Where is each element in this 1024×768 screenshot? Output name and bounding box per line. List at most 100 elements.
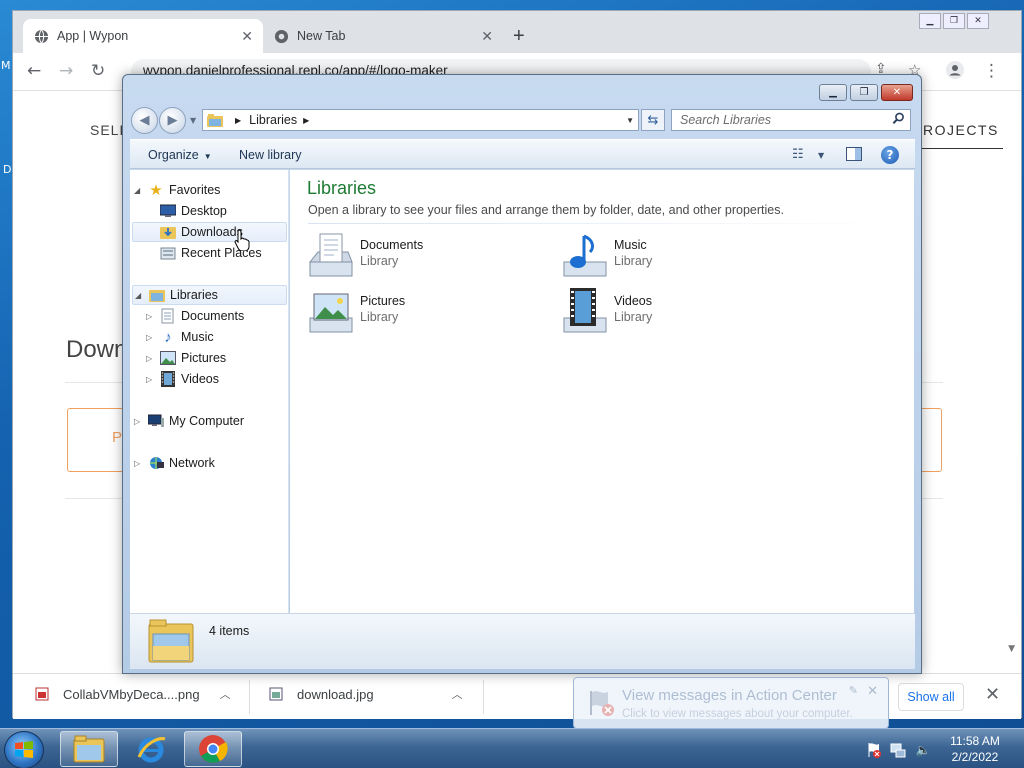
reload-icon[interactable]: ↻ (91, 61, 105, 81)
breadcrumb-separator-icon[interactable]: ▶ (303, 116, 309, 125)
minimize-icon[interactable]: ▁ (819, 84, 847, 101)
recent-pages-dropdown-icon[interactable]: ▼ (190, 116, 196, 125)
page-title: Libraries (307, 178, 377, 198)
taskbar-explorer-button[interactable] (60, 731, 118, 767)
clock-time: 11:58 AM (950, 734, 1000, 748)
action-center-notification[interactable]: View messages in Action Center Click to … (573, 677, 889, 729)
nav-item-pictures[interactable]: ▷ Pictures (146, 348, 226, 368)
maximize-icon[interactable]: ❐ (850, 84, 878, 101)
nav-item-videos[interactable]: ▷ Videos (146, 369, 219, 389)
library-type: Library (614, 310, 653, 324)
close-tab-icon[interactable]: ✕ (481, 28, 493, 45)
address-bar[interactable]: ▶ Libraries ▶ ▼ (202, 109, 639, 131)
command-bar: Organize ▼ New library ☷ ▼ ? (130, 139, 915, 169)
nav-item-downloads[interactable]: Downloads (132, 222, 287, 242)
preview-pane-icon[interactable] (846, 147, 862, 165)
pictures-icon (160, 350, 176, 366)
download-item[interactable]: download.jpg ︿ (269, 686, 463, 702)
library-item-documents[interactable]: Documents Library (306, 232, 546, 282)
library-item-videos[interactable]: Videos Library (560, 288, 800, 338)
nav-label: Music (181, 330, 214, 344)
collapsed-arrow-icon[interactable]: ▷ (134, 459, 144, 468)
collapsed-arrow-icon[interactable]: ▷ (146, 354, 156, 363)
chevron-down-icon: ▼ (203, 152, 212, 161)
notification-body: Click to view messages about your comput… (622, 708, 853, 720)
back-arrow-icon[interactable]: ◀ (131, 107, 158, 134)
download-item[interactable]: CollabVMbyDeca....png ︿ (35, 686, 231, 702)
chevron-up-icon[interactable]: ︿ (220, 686, 231, 702)
explorer-window: ▁ ❐ ✕ ◀ ▶ ▼ ▶ Libraries ▶ ▼ ⇆ Search Lib… (122, 74, 922, 674)
library-name: Videos (614, 294, 652, 308)
close-icon[interactable]: ✕ (881, 84, 913, 101)
nav-label: Documents (181, 309, 245, 323)
close-download-shelf-icon[interactable]: ✕ (985, 684, 1000, 705)
image-file-icon (35, 687, 49, 701)
item-count: 4 items (209, 624, 250, 638)
library-item-pictures[interactable]: Pictures Library (306, 288, 546, 338)
tab-app-wypon[interactable]: App | Wypon ✕ (23, 19, 263, 53)
change-view-icon[interactable]: ☷ (792, 147, 804, 162)
view-options-dropdown-icon[interactable]: ▼ (818, 151, 824, 160)
collapsed-arrow-icon[interactable]: ▷ (146, 375, 156, 384)
forward-arrow-icon[interactable]: → (59, 61, 73, 81)
profile-avatar-icon[interactable] (946, 61, 964, 84)
nav-favorites[interactable]: ◢ ★ Favorites (134, 180, 220, 200)
libraries-folder-icon (148, 619, 194, 663)
search-icon[interactable] (892, 112, 905, 128)
show-all-button[interactable]: Show all (898, 683, 964, 711)
recent-places-icon (160, 245, 176, 261)
organize-button[interactable]: Organize ▼ (148, 148, 212, 162)
minimize-icon[interactable]: ▁ (919, 13, 941, 29)
nav-item-music[interactable]: ▷ ♪ Music (146, 327, 214, 347)
nav-libraries[interactable]: ◢ Libraries (132, 285, 287, 305)
search-input[interactable]: Search Libraries (671, 109, 911, 131)
taskbar-chrome-button[interactable] (184, 731, 242, 767)
folder-icon (73, 735, 105, 763)
close-icon[interactable]: ✕ (867, 684, 878, 699)
collapsed-arrow-icon[interactable]: ▷ (146, 312, 156, 321)
expanded-arrow-icon[interactable]: ◢ (135, 291, 145, 300)
library-item-music[interactable]: Music Library (560, 232, 800, 282)
nav-my-computer[interactable]: ▷ My Computer (134, 411, 244, 431)
taskbar-ie-button[interactable] (122, 731, 180, 767)
collapsed-arrow-icon[interactable]: ▷ (146, 333, 156, 342)
nav-item-desktop[interactable]: Desktop (160, 201, 227, 221)
breadcrumb-libraries[interactable]: Libraries (249, 113, 297, 127)
nav-item-documents[interactable]: ▷ Documents (146, 306, 244, 326)
restore-icon[interactable]: ❐ (943, 13, 965, 29)
forward-arrow-icon[interactable]: ▶ (159, 107, 186, 134)
back-arrow-icon[interactable]: ← (27, 61, 41, 81)
expanded-arrow-icon[interactable]: ◢ (134, 186, 144, 195)
network-tray-icon[interactable] (890, 742, 906, 758)
new-library-button[interactable]: New library (239, 148, 302, 162)
pin-icon[interactable]: ✎ (849, 684, 858, 697)
refresh-icon[interactable]: ⇆ (641, 109, 665, 131)
menu-kebab-icon[interactable]: ⋮ (983, 61, 1000, 81)
address-dropdown-icon[interactable]: ▼ (626, 116, 634, 125)
image-file-icon (269, 687, 283, 701)
page-nav-projects[interactable]: ROJECTS (919, 112, 1003, 149)
chevron-up-icon[interactable]: ︿ (452, 686, 463, 702)
nav-label: Favorites (169, 183, 221, 197)
details-pane: 4 items (130, 613, 915, 669)
taskbar: 🔈 11:58 AM 2/2/2022 (0, 728, 1024, 768)
tab-new-tab[interactable]: New Tab ✕ (263, 19, 503, 53)
close-icon[interactable]: ✕ (967, 13, 989, 29)
scroll-down-arrow-icon[interactable]: ▼ (1008, 644, 1015, 654)
library-name: Documents (360, 238, 424, 252)
divider (249, 680, 250, 714)
network-icon (148, 455, 164, 471)
new-tab-button[interactable]: + (513, 25, 525, 48)
explorer-window-controls: ▁ ❐ ✕ (816, 84, 913, 101)
help-icon[interactable]: ? (881, 146, 899, 164)
system-clock[interactable]: 11:58 AM 2/2/2022 (940, 733, 1010, 765)
volume-tray-icon[interactable]: 🔈 (915, 742, 931, 758)
close-tab-icon[interactable]: ✕ (241, 28, 253, 45)
nav-network[interactable]: ▷ Network (134, 453, 215, 473)
start-button[interactable] (4, 731, 44, 768)
action-center-flag-icon (590, 691, 614, 716)
download-filename: download.jpg (297, 686, 374, 702)
breadcrumb-separator-icon[interactable]: ▶ (235, 116, 241, 125)
collapsed-arrow-icon[interactable]: ▷ (134, 417, 144, 426)
action-center-tray-icon[interactable] (866, 742, 882, 758)
